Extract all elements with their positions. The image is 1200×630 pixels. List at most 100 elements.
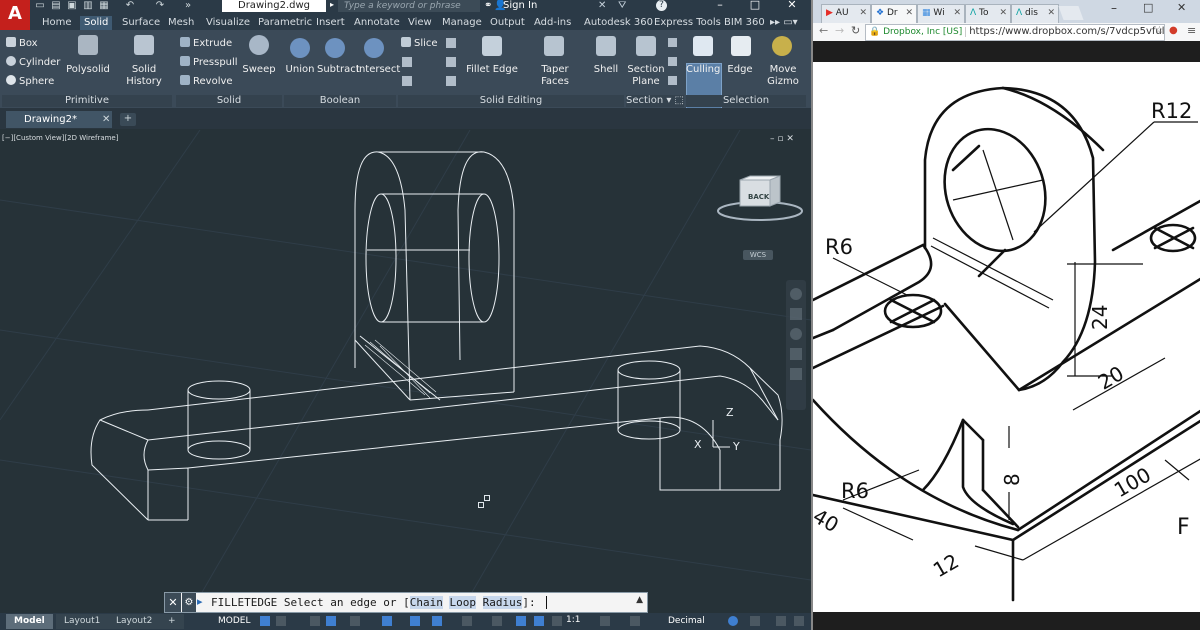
redo-icon[interactable]: ↷ — [154, 0, 166, 12]
dynamic-ucs-icon[interactable] — [432, 616, 442, 626]
panel-title-primitive[interactable]: Primitive — [2, 95, 172, 107]
panel-title-solid[interactable]: Solid — [176, 95, 282, 107]
browser-tab-to[interactable]: Λ To ✕ — [965, 4, 1011, 23]
tab-close-icon[interactable]: ✕ — [905, 5, 913, 22]
edge-filter-button[interactable]: Edge — [724, 64, 756, 76]
presspull-button[interactable]: Presspull — [180, 56, 238, 69]
add-layout-icon[interactable]: + — [160, 614, 184, 629]
autocad-logo[interactable]: A — [0, 0, 30, 30]
tab-home[interactable]: Home — [38, 16, 76, 30]
saveas-icon[interactable]: ▥ — [82, 0, 94, 12]
panel-title-section[interactable]: Section ▾ ⬚ — [626, 95, 684, 107]
option-loop[interactable]: Loop — [449, 596, 476, 609]
search-input[interactable]: Type a keyword or phrase — [338, 0, 480, 12]
tab-layout1[interactable]: Layout1 — [56, 614, 109, 629]
scale-label[interactable]: 1:1 — [566, 615, 580, 625]
binoculars-icon[interactable]: ⚭ — [484, 0, 492, 11]
tab-insert[interactable]: Insert — [312, 16, 349, 30]
close-command-line-icon[interactable]: ✕ — [165, 593, 181, 612]
browser-tab-dropbox[interactable]: ❖ Dr ✕ — [871, 4, 917, 23]
zoom-icon[interactable] — [790, 328, 802, 340]
drawing-viewport[interactable]: [−][Custom View][2D Wireframe] – ▫ ✕ BAC… — [0, 130, 811, 613]
annotation-visibility-icon[interactable] — [516, 616, 526, 626]
sweep-button[interactable]: Sweep — [242, 64, 276, 76]
browser-tab-dis[interactable]: Λ dis ✕ — [1011, 4, 1059, 23]
tab-layout2[interactable]: Layout2 — [108, 614, 161, 629]
auto-scale-icon[interactable] — [534, 616, 544, 626]
box-button[interactable]: Box — [6, 37, 38, 50]
isodraft-icon[interactable] — [350, 616, 360, 626]
forward-icon[interactable]: → — [835, 24, 844, 37]
secure-badge[interactable]: 🔒 Dropbox, Inc [US] — [866, 27, 967, 37]
tab-close-icon[interactable]: ✕ — [953, 5, 961, 22]
section-plane-button[interactable]: Section Plane — [626, 64, 666, 88]
navigation-bar[interactable] — [786, 280, 806, 410]
panel-title-solid-editing[interactable]: Solid Editing — [398, 95, 624, 107]
tab-mesh[interactable]: Mesh — [164, 16, 198, 30]
extract-edges-icon[interactable] — [446, 38, 456, 48]
command-icon[interactable]: ▸ — [197, 595, 203, 608]
sign-in-link[interactable]: Sign In — [503, 0, 537, 12]
steering-wheel-icon[interactable] — [790, 288, 802, 300]
reload-icon[interactable]: ↻ — [851, 24, 860, 37]
address-bar[interactable]: 🔒 Dropbox, Inc [US] https://www.dropbox.c… — [865, 24, 1165, 41]
help-icon[interactable]: ? — [656, 0, 667, 11]
browser-tab-au[interactable]: ▶ AU ✕ — [821, 4, 871, 23]
exchange-icon[interactable]: ✕ — [598, 0, 606, 11]
tab-output[interactable]: Output — [486, 16, 529, 30]
imprint-icon[interactable] — [446, 57, 456, 67]
snap-icon[interactable] — [276, 616, 286, 626]
tab-close-icon[interactable]: ✕ — [1047, 5, 1055, 22]
tab-autodesk-360[interactable]: Autodesk 360 — [580, 16, 657, 30]
minimize-browser-icon[interactable]: – — [1111, 1, 1117, 15]
generate-section-icon[interactable] — [668, 76, 677, 85]
object-snap-tracking-icon[interactable] — [382, 616, 392, 626]
search-arrow-icon[interactable]: ▸ — [330, 0, 334, 9]
ribbon-expand-icon[interactable]: ▸▸ ▭▾ — [766, 16, 802, 30]
autodesk-a360-icon[interactable]: ⛛ — [618, 0, 626, 11]
close-window-icon[interactable]: ✕ — [782, 0, 802, 12]
shell-button[interactable]: Shell — [590, 64, 622, 76]
subtract-button[interactable]: Subtract — [317, 64, 360, 76]
cylinder-button[interactable]: Cylinder — [6, 56, 60, 69]
tab-bim-360[interactable]: BIM 360 — [720, 16, 769, 30]
new-tab-button[interactable]: + — [120, 113, 136, 126]
viewport-controls-label[interactable]: [−][Custom View][2D Wireframe] — [2, 134, 118, 142]
tab-add-ins[interactable]: Add-ins — [530, 16, 575, 30]
ortho-icon[interactable] — [310, 616, 320, 626]
lineweight-icon[interactable] — [462, 616, 472, 626]
pan-icon[interactable] — [790, 308, 802, 320]
new-browser-tab-button[interactable] — [1058, 6, 1084, 20]
tab-surface[interactable]: Surface — [118, 16, 164, 30]
customization-menu-icon[interactable] — [794, 616, 804, 626]
chrome-menu-icon[interactable]: ≡ — [1187, 24, 1196, 37]
offset-edge-icon[interactable] — [446, 76, 456, 86]
workspace-gear-icon[interactable] — [600, 616, 610, 626]
fillet-edge-button[interactable]: Fillet Edge — [466, 64, 518, 76]
doc-tab-drawing2[interactable]: Drawing2* ✕ — [6, 111, 112, 128]
bookmark-star-icon[interactable]: ☆ — [1155, 25, 1164, 36]
polysolid-button[interactable]: Polysolid — [66, 64, 110, 76]
tab-manage[interactable]: Manage — [438, 16, 486, 30]
thicken-icon[interactable] — [402, 76, 412, 86]
polar-icon[interactable] — [326, 616, 336, 626]
undo-icon[interactable]: ↶ — [124, 0, 136, 12]
extrude-button[interactable]: Extrude — [180, 37, 232, 50]
annotation-scale-icon[interactable] — [552, 616, 562, 626]
transparency-icon[interactable] — [492, 616, 502, 626]
tab-model[interactable]: Model — [6, 614, 53, 629]
live-section-icon[interactable] — [668, 38, 677, 47]
intersect-button[interactable]: Intersect — [356, 64, 400, 76]
revolve-button[interactable]: Revolve — [180, 75, 233, 88]
minimize-icon[interactable]: – — [710, 0, 730, 12]
browser-tab-windows[interactable]: ▦ Wi ✕ — [917, 4, 965, 23]
panel-title-boolean[interactable]: Boolean — [284, 95, 396, 107]
isolate-objects-icon[interactable] — [750, 616, 760, 626]
tab-solid[interactable]: Solid — [80, 16, 113, 30]
command-line[interactable]: ✕ ⚙ ▸ FILLETEDGE Select an edge or [Chai… — [164, 592, 648, 613]
units-dropdown[interactable]: Decimal — [668, 615, 705, 628]
annotation-monitor-icon[interactable] — [630, 616, 640, 626]
orbit-icon[interactable] — [790, 348, 802, 360]
url-text[interactable]: https://www.dropbox.com/s/7vdcp5vfulxo/ — [966, 26, 1164, 37]
tab-view[interactable]: View — [404, 16, 436, 30]
